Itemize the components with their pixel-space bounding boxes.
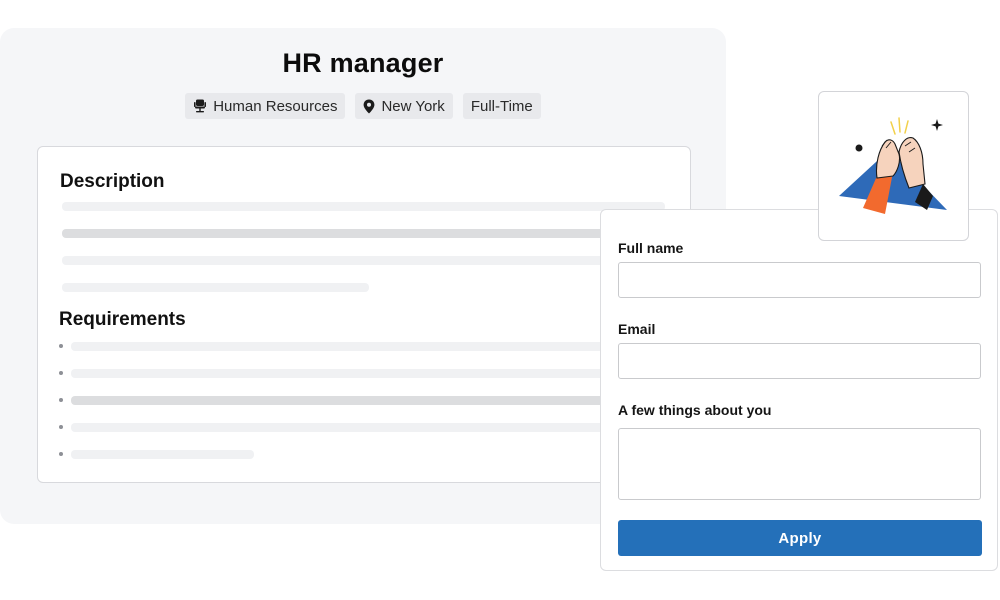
about-label: A few things about you: [618, 402, 772, 418]
tag-label: Full-Time: [470, 97, 533, 115]
email-label: Email: [618, 321, 656, 337]
description-placeholder-line: [62, 283, 369, 292]
office-chair-icon: [193, 99, 207, 113]
bullet-icon: [59, 344, 63, 348]
job-tags: Human Resources New York Full-Time: [0, 93, 726, 119]
about-textarea[interactable]: [618, 428, 981, 500]
location-pin-icon: [363, 99, 375, 114]
job-title: HR manager: [282, 48, 444, 78]
requirements-heading: Requirements: [59, 309, 186, 330]
description-placeholder-line: [62, 202, 665, 211]
tag-employment-type: Full-Time: [462, 93, 541, 119]
high-five-illustration: [839, 117, 947, 214]
requirement-placeholder-line: [71, 450, 254, 459]
description-heading: Description: [60, 171, 165, 192]
requirement-placeholder-line: [71, 342, 665, 351]
tag-location: New York: [355, 93, 453, 119]
tag-label: New York: [381, 97, 445, 115]
bullet-icon: [59, 452, 63, 456]
application-form: Full name Email A few things about you A…: [600, 209, 998, 571]
requirement-placeholder-line: [71, 396, 665, 405]
requirement-placeholder-line: [71, 423, 665, 432]
full-name-input[interactable]: [618, 262, 981, 298]
description-placeholder-line: [62, 229, 665, 238]
illustration-card: [818, 91, 969, 241]
bullet-icon: [59, 398, 63, 402]
job-details-card: Description Requirements: [37, 146, 691, 483]
apply-button[interactable]: Apply: [618, 520, 982, 556]
full-name-label: Full name: [618, 240, 684, 256]
tag-label: Human Resources: [213, 97, 338, 115]
tag-department: Human Resources: [185, 93, 346, 119]
bullet-icon: [59, 371, 63, 375]
description-placeholder-line: [62, 256, 665, 265]
email-input[interactable]: [618, 343, 981, 379]
requirement-placeholder-line: [71, 369, 665, 378]
bullet-icon: [59, 425, 63, 429]
